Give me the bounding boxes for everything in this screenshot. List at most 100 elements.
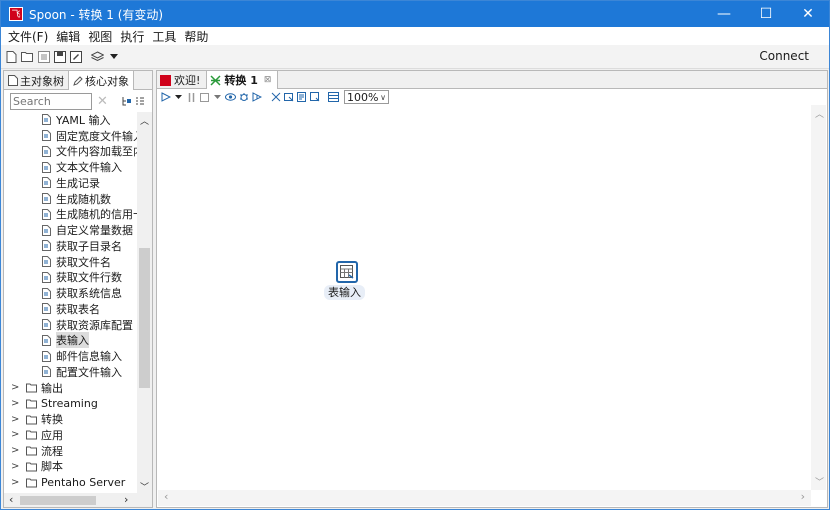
tree-step-item[interactable]: 文件内容加载至内 (4, 144, 137, 160)
scroll-up-icon[interactable]: ︿ (815, 107, 824, 120)
layers-dropdown-icon[interactable] (107, 50, 120, 63)
open-file-icon[interactable] (21, 50, 34, 63)
chevron-right-icon[interactable]: > (11, 461, 21, 472)
tree-step-item[interactable]: 获取文件行数 (4, 270, 137, 286)
zoom-select[interactable]: 100% ∨ (344, 90, 389, 104)
tree-folder[interactable]: > 应用 (4, 427, 137, 443)
save-icon[interactable] (53, 50, 66, 63)
chevron-right-icon[interactable]: > (11, 477, 21, 488)
tree-folder[interactable]: > 流程 (4, 443, 137, 459)
left-panel: 主对象树 核心对象 ✕ YAML 输入固定宽度文件输入文件内容加载至内文本文件输… (3, 70, 153, 508)
step-tree: YAML 输入 固定宽度文件输入 文件内容加载至内 文本文件输入 生成记录 生成随机数 生成… (4, 112, 137, 495)
title-bar: 飞 Spoon - 转换 1 (有变动) — ☐ ✕ (1, 1, 829, 27)
canvas-vertical-scrollbar[interactable]: ︿ ﹀ (811, 105, 826, 490)
scroll-down-icon[interactable]: ﹀ (140, 480, 149, 493)
stop-icon[interactable] (199, 92, 210, 103)
menu-file[interactable]: 文件(F) (4, 28, 52, 45)
tree-step-item[interactable]: 获取文件名 (4, 254, 137, 270)
scroll-up-icon[interactable]: ︿ (140, 114, 149, 127)
tree-step-item[interactable]: 获取资源库配置 (4, 317, 137, 333)
menu-edit[interactable]: 编辑 (52, 28, 84, 45)
tree-step-item[interactable]: 自定义常量数据 (4, 222, 137, 238)
tree-step-item[interactable]: 获取子目录名 (4, 238, 137, 254)
tree-step-item[interactable]: 邮件信息输入 (4, 348, 137, 364)
tree-step-item[interactable]: 生成随机的信用卡 (4, 207, 137, 223)
tree-hscroll-thumb[interactable] (20, 496, 96, 505)
tree-step-item[interactable]: 获取表名 (4, 301, 137, 317)
show-results-icon[interactable] (328, 92, 339, 103)
chevron-right-icon[interactable]: > (11, 445, 21, 456)
scroll-down-icon[interactable]: ﹀ (815, 475, 824, 488)
chevron-right-icon[interactable]: > (11, 382, 21, 393)
layers-icon[interactable] (91, 50, 104, 63)
impact-icon[interactable] (283, 92, 294, 103)
menu-view[interactable]: 视图 (84, 28, 116, 45)
editor-tabs: 欢迎! 转换 1 ⊠ (157, 71, 827, 89)
tree-folder[interactable]: > 输出 (4, 380, 137, 396)
menu-run[interactable]: 执行 (116, 28, 148, 45)
folder-icon (26, 430, 37, 440)
tree-vertical-scrollbar[interactable]: ︿ ﹀ (137, 112, 152, 495)
tree-step-item[interactable]: 文本文件输入 (4, 159, 137, 175)
tree-item-label: 配置文件输入 (56, 365, 122, 379)
tab-transformation-1[interactable]: 转换 1 ⊠ (207, 71, 279, 89)
tree-item-label: 获取子目录名 (56, 239, 122, 253)
menu-tools[interactable]: 工具 (148, 28, 180, 45)
preview-icon[interactable] (225, 92, 236, 103)
canvas-horizontal-scrollbar[interactable]: ‹ › (158, 490, 811, 506)
maximize-button[interactable]: ☐ (745, 1, 787, 27)
chevron-right-icon[interactable]: > (11, 414, 21, 425)
clear-search-icon[interactable]: ✕ (97, 94, 108, 109)
tree-step-item[interactable]: YAML 输入 (4, 112, 137, 128)
new-file-icon[interactable] (5, 50, 18, 63)
close-tab-icon[interactable]: ⊠ (264, 75, 272, 85)
tree-item-label: 获取系统信息 (56, 287, 122, 301)
tree-step-item[interactable]: 表输入 (4, 332, 137, 349)
menu-help[interactable]: 帮助 (180, 28, 212, 45)
collapse-all-icon[interactable] (135, 96, 145, 106)
tab-welcome[interactable]: 欢迎! (157, 71, 208, 89)
run-options-dropdown-icon[interactable] (173, 92, 184, 103)
tab-main-tree[interactable]: 主对象树 (4, 71, 69, 90)
pause-icon[interactable] (186, 92, 197, 103)
table-input-step[interactable] (336, 261, 358, 283)
debug-icon[interactable] (238, 92, 249, 103)
tree-step-item[interactable]: 固定宽度文件输入 (4, 128, 137, 144)
tree-folder[interactable]: > 脚本 (4, 459, 137, 475)
left-tabs: 主对象树 核心对象 (4, 71, 152, 90)
close-button[interactable]: ✕ (787, 1, 829, 27)
tree-step-item[interactable]: 生成随机数 (4, 191, 137, 207)
sql-icon[interactable] (296, 92, 307, 103)
tree-scroll-thumb[interactable] (139, 248, 150, 388)
folder-icon (26, 383, 37, 393)
verify-icon[interactable] (270, 92, 281, 103)
step-icon (42, 303, 51, 315)
chevron-right-icon[interactable]: > (11, 398, 21, 409)
transformation-canvas[interactable]: 表输入 (158, 105, 811, 490)
tree-step-item[interactable]: 配置文件输入 (4, 364, 137, 380)
tree-item-label: 生成随机的信用卡 (56, 208, 137, 222)
search-input[interactable] (10, 92, 92, 110)
minimize-button[interactable]: — (703, 1, 745, 27)
scroll-right-icon[interactable]: › (124, 493, 128, 506)
save-as-icon[interactable] (69, 50, 82, 63)
scroll-left-icon[interactable]: ‹ (164, 490, 168, 503)
expand-all-icon[interactable] (122, 96, 132, 106)
tree-folder[interactable]: > 转换 (4, 411, 137, 427)
canvas-toolbar: 100% ∨ (157, 89, 827, 105)
chevron-right-icon[interactable]: > (11, 429, 21, 440)
tab-core-objects[interactable]: 核心对象 (69, 71, 134, 90)
replay-icon[interactable] (251, 92, 262, 103)
explore-db-icon[interactable] (309, 92, 320, 103)
scroll-right-icon[interactable]: › (801, 490, 805, 503)
tree-step-item[interactable]: 获取系统信息 (4, 285, 137, 301)
run-icon[interactable] (160, 92, 171, 103)
scroll-left-icon[interactable]: ‹ (9, 493, 13, 506)
tree-horizontal-scrollbar[interactable]: ‹ › (4, 493, 152, 507)
stop-dropdown-icon[interactable] (212, 92, 223, 103)
tree-folder[interactable]: > Pentaho Server (4, 474, 137, 490)
connect-button[interactable]: Connect (759, 49, 809, 63)
tree-step-item[interactable]: 生成记录 (4, 175, 137, 191)
tree-folder[interactable]: > Streaming (4, 396, 137, 412)
explore-repository-icon[interactable] (37, 50, 50, 63)
